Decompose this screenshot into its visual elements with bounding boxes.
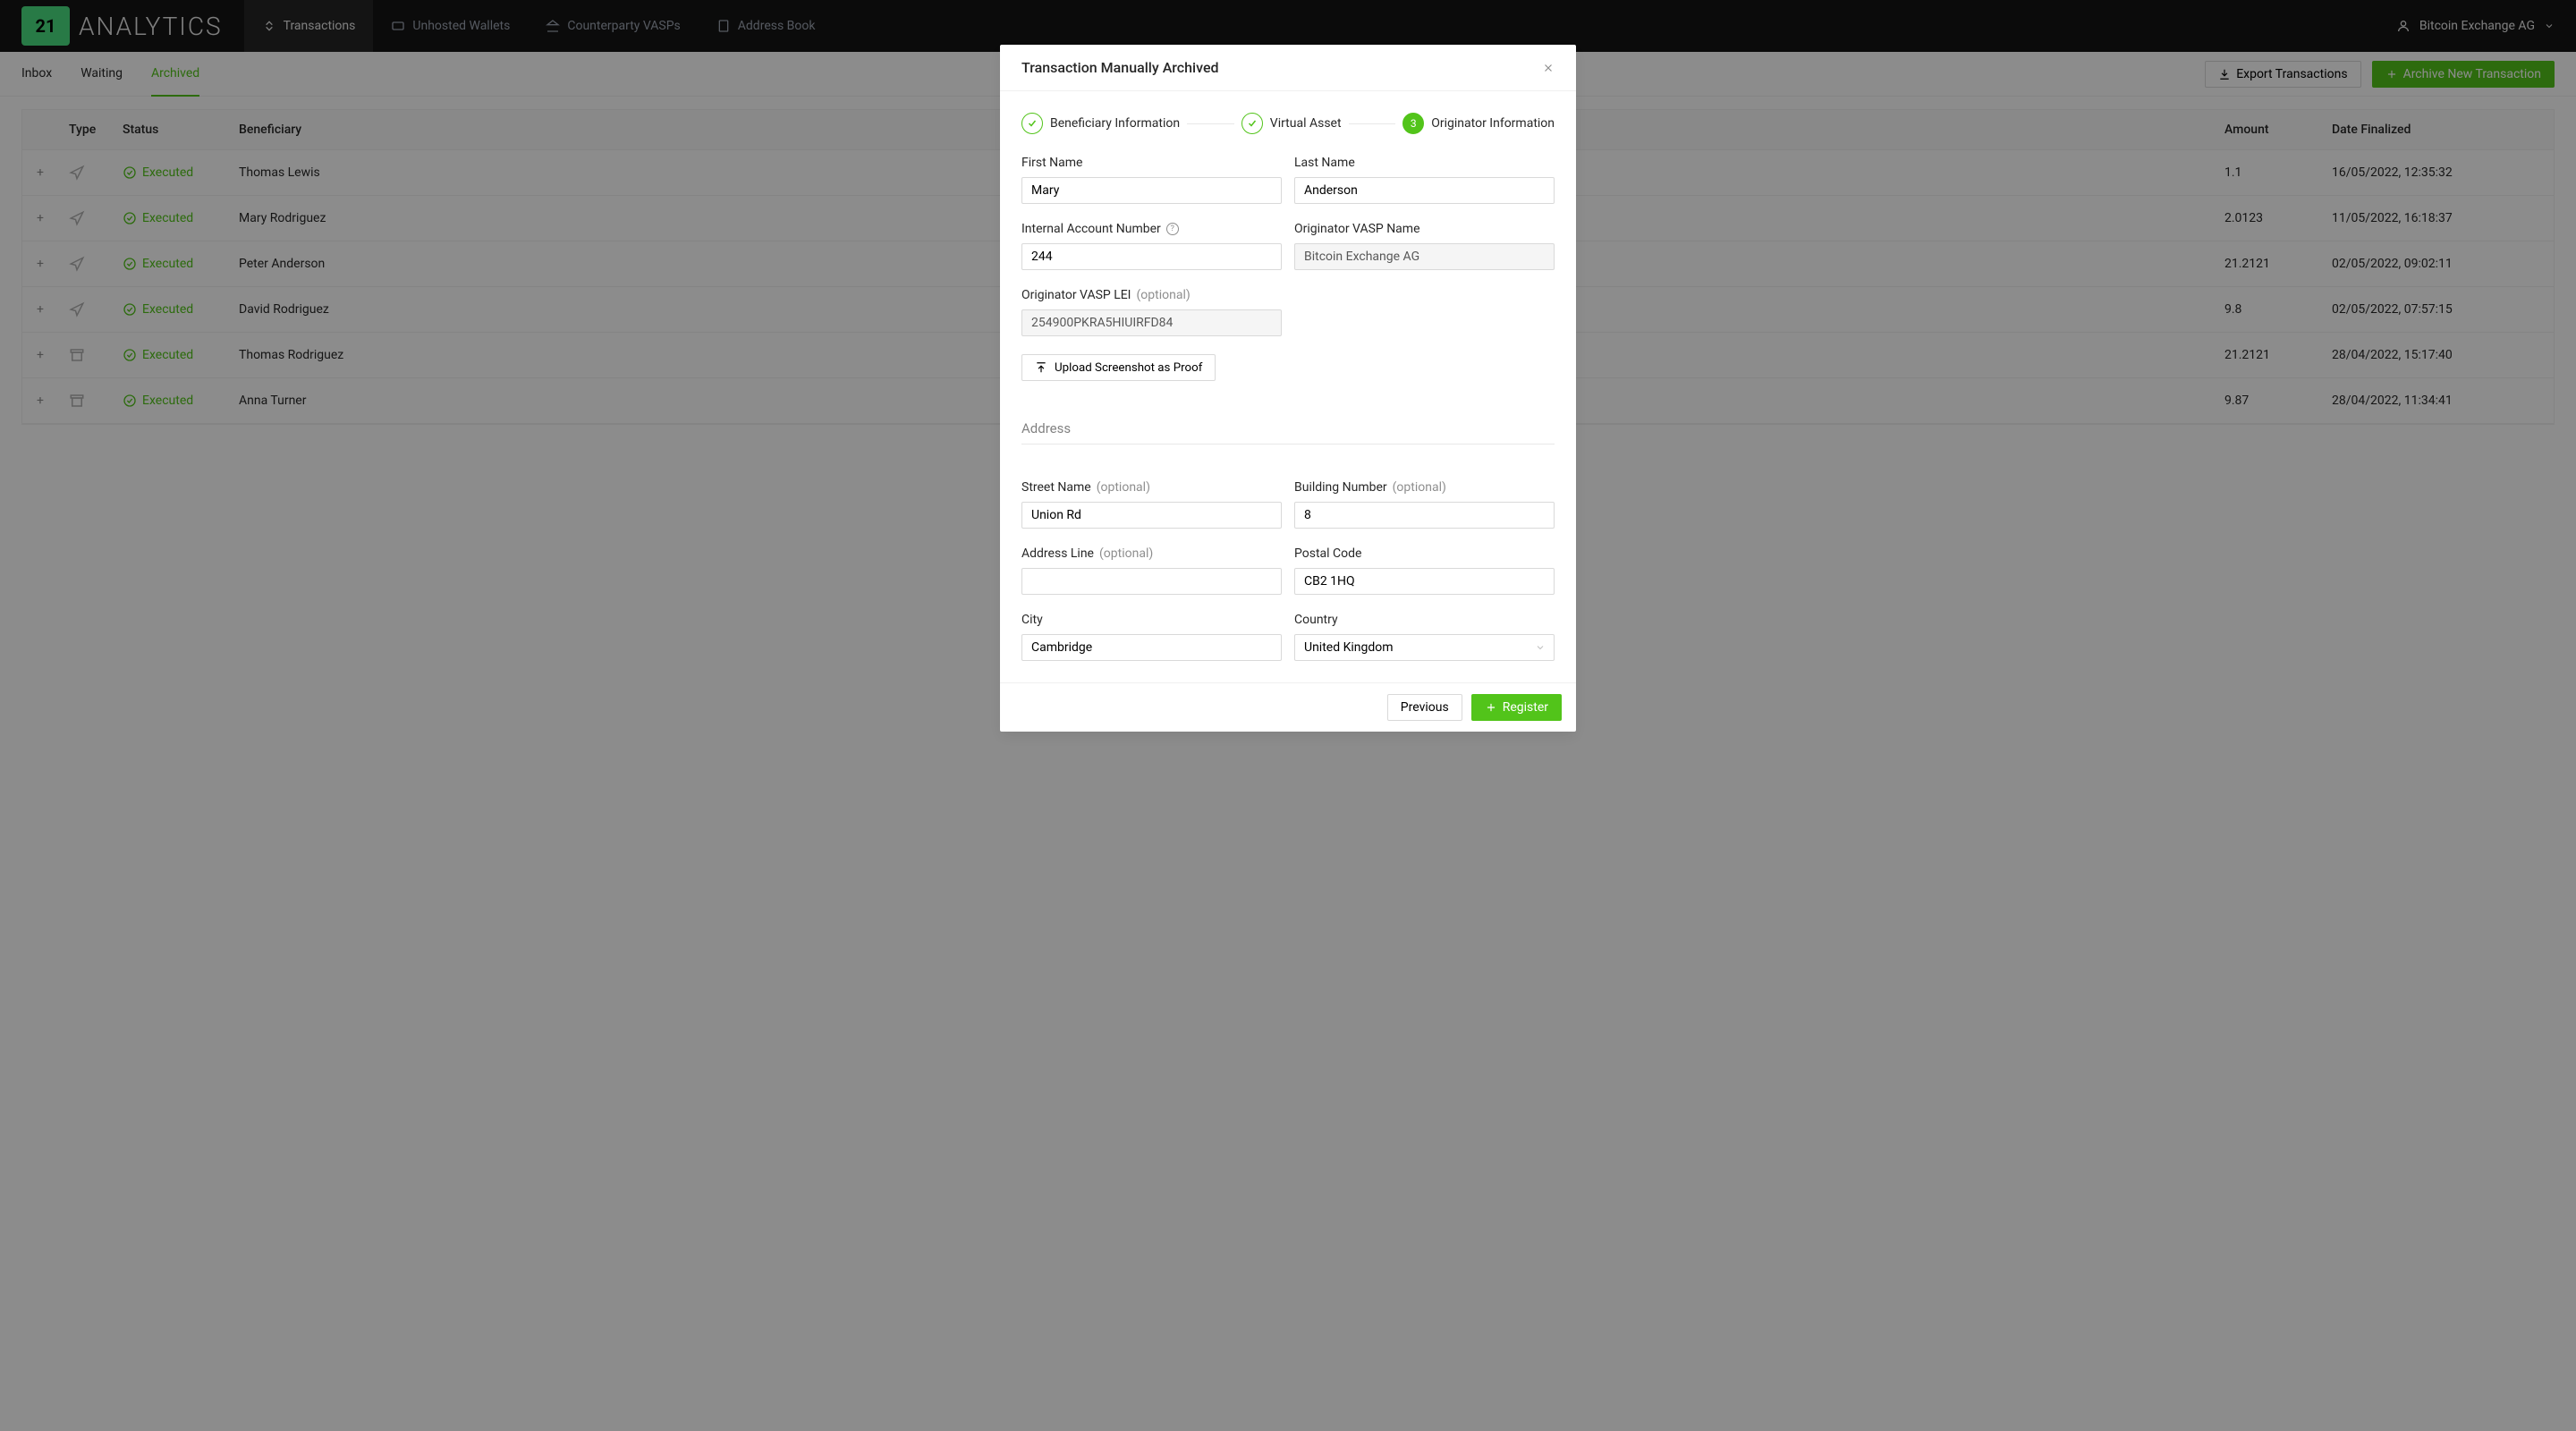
upload-icon xyxy=(1035,361,1047,374)
building-input[interactable] xyxy=(1294,502,1555,529)
close-button[interactable] xyxy=(1542,62,1555,74)
field-street: Street Name (optional) xyxy=(1021,480,1282,529)
step-2: Virtual Asset xyxy=(1241,113,1342,134)
register-button[interactable]: Register xyxy=(1471,694,1562,721)
field-vasp-lei: Originator VASP LEI (optional) xyxy=(1021,288,1282,336)
country-select[interactable] xyxy=(1294,634,1555,661)
step-label: Virtual Asset xyxy=(1270,116,1342,131)
modal-header: Transaction Manually Archived xyxy=(1000,45,1576,91)
field-addr-line: Address Line (optional) xyxy=(1021,546,1282,595)
city-input[interactable] xyxy=(1021,634,1282,661)
chevron-down-icon xyxy=(1535,642,1546,653)
label: Originator VASP LEI (optional) xyxy=(1021,288,1282,302)
step-check-icon xyxy=(1021,113,1043,134)
last-name-input[interactable] xyxy=(1294,177,1555,204)
modal: Transaction Manually Archived Beneficiar… xyxy=(1000,45,1576,732)
field-last-name: Last Name xyxy=(1294,156,1555,204)
label: Address Line (optional) xyxy=(1021,546,1282,561)
steps: Beneficiary Information Virtual Asset 3 … xyxy=(1021,113,1555,134)
label: City xyxy=(1021,613,1282,627)
step-1: Beneficiary Information xyxy=(1021,113,1180,134)
step-3: 3 Originator Information xyxy=(1402,113,1555,134)
first-name-input[interactable] xyxy=(1021,177,1282,204)
label: Internal Account Number? xyxy=(1021,222,1282,236)
step-label: Originator Information xyxy=(1431,116,1555,131)
label: Postal Code xyxy=(1294,546,1555,561)
label: Originator VASP Name xyxy=(1294,222,1555,236)
field-postal: Postal Code xyxy=(1294,546,1555,595)
register-label: Register xyxy=(1503,700,1548,715)
step-number: 3 xyxy=(1402,113,1424,134)
plus-icon xyxy=(1485,701,1497,714)
address-section-title: Address xyxy=(1021,420,1555,445)
field-building: Building Number (optional) xyxy=(1294,480,1555,529)
label: Last Name xyxy=(1294,156,1555,170)
step-check-icon xyxy=(1241,113,1263,134)
field-city: City xyxy=(1021,613,1282,661)
label: First Name xyxy=(1021,156,1282,170)
label: Street Name (optional) xyxy=(1021,480,1282,495)
vasp-lei-input xyxy=(1021,309,1282,336)
modal-overlay[interactable]: Transaction Manually Archived Beneficiar… xyxy=(0,0,2576,1431)
modal-title: Transaction Manually Archived xyxy=(1021,59,1219,76)
modal-footer: Previous Register xyxy=(1000,682,1576,732)
label: Country xyxy=(1294,613,1555,627)
upload-label: Upload Screenshot as Proof xyxy=(1055,361,1202,375)
close-icon xyxy=(1542,62,1555,74)
field-vasp-name: Originator VASP Name xyxy=(1294,222,1555,270)
account-input[interactable] xyxy=(1021,243,1282,270)
vasp-name-input xyxy=(1294,243,1555,270)
field-first-name: First Name xyxy=(1021,156,1282,204)
label: Building Number (optional) xyxy=(1294,480,1555,495)
upload-button[interactable]: Upload Screenshot as Proof xyxy=(1021,354,1216,381)
previous-button[interactable]: Previous xyxy=(1387,694,1462,721)
step-label: Beneficiary Information xyxy=(1050,116,1180,131)
field-account: Internal Account Number? xyxy=(1021,222,1282,270)
field-country: Country xyxy=(1294,613,1555,661)
info-icon[interactable]: ? xyxy=(1166,223,1179,235)
addr-line-input[interactable] xyxy=(1021,568,1282,595)
postal-input[interactable] xyxy=(1294,568,1555,595)
street-input[interactable] xyxy=(1021,502,1282,529)
